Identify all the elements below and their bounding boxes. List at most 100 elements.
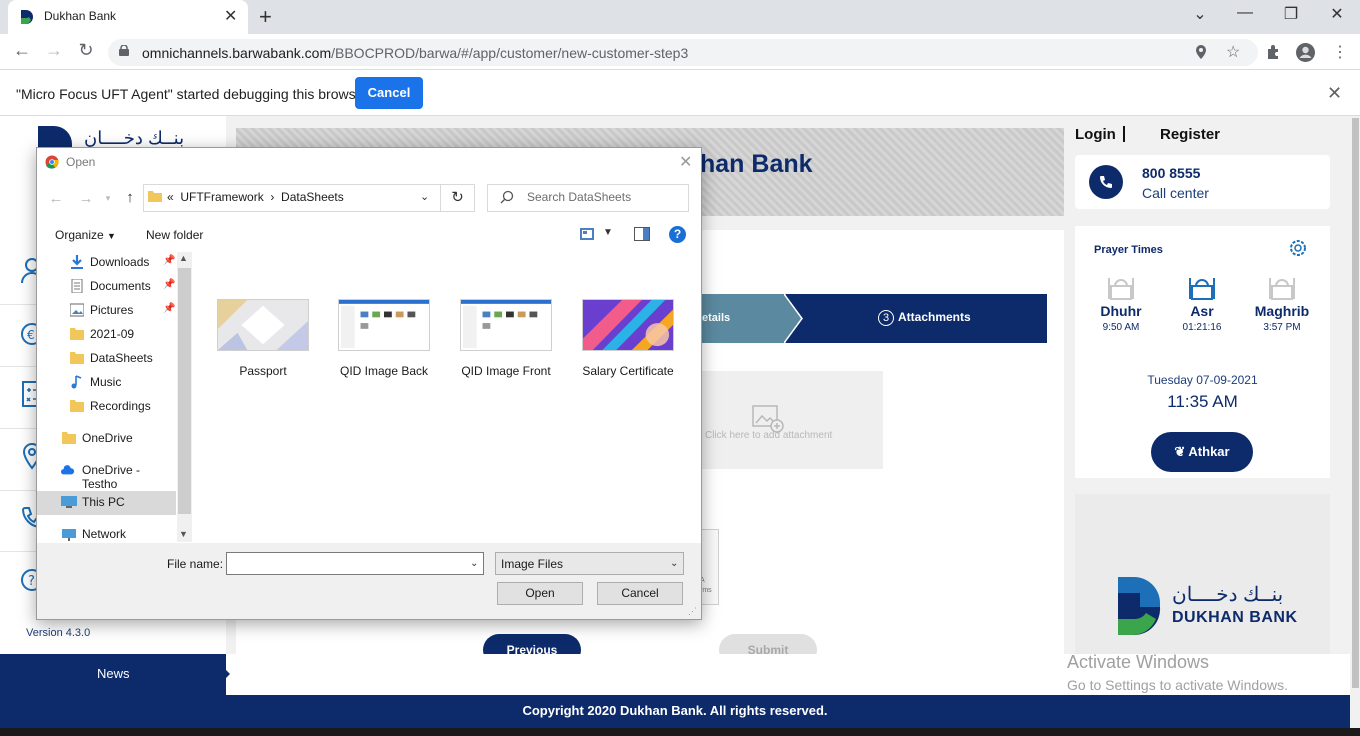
dialog-close-icon[interactable]: ✕ [679,152,692,172]
file-item-passport[interactable]: Passport [208,299,318,378]
window-close-icon[interactable]: ✕ [1322,4,1352,24]
open-button[interactable]: Open [497,582,583,605]
music-icon [71,375,82,389]
path-dropdown-icon[interactable]: ⌄ [420,190,429,203]
scroll-down-icon[interactable]: ▼ [179,529,188,539]
command-bar [37,222,701,252]
debug-cancel-button[interactable]: Cancel [355,77,423,109]
nav-item-2021-09[interactable]: 2021-09 [37,323,177,347]
browser-tab[interactable]: Dukhan Bank ✕ [8,0,248,34]
forward-icon[interactable]: → [42,40,66,61]
windows-taskbar [0,728,1360,736]
step-3-label: Attachments [898,310,971,324]
register-link[interactable]: Register [1160,126,1220,143]
refresh-icon[interactable]: ↻ [441,184,475,212]
pin-icon[interactable]: 📌 [163,303,175,314]
activate-windows-subtitle: Go to Settings to activate Windows. [1067,677,1288,693]
attachment-dropzone[interactable] [700,371,883,469]
nav-item-onedrive[interactable]: OneDrive [37,427,177,451]
browser-menu-icon[interactable]: ⋮ [1332,42,1348,62]
nav-item-label: OneDrive [82,431,133,445]
dialog-back-icon[interactable]: ← [46,190,66,207]
file-item-qid-image-back[interactable]: QID Image Back [329,299,439,378]
file-name-input[interactable] [226,552,484,575]
nav-item-pictures[interactable]: Pictures 📌 [37,299,177,323]
page-scrollbar-thumb[interactable] [1352,118,1359,688]
file-item-salary-certificate[interactable]: Salary Certificate [573,299,683,378]
infobar-close-icon[interactable]: ✕ [1327,83,1342,104]
path-segment[interactable]: DataSheets [281,190,344,204]
pin-icon[interactable]: 📌 [163,255,175,266]
nav-item-datasheets[interactable]: DataSheets [37,347,177,371]
nav-item-documents[interactable]: Documents 📌 [37,275,177,299]
preview-pane-icon[interactable] [634,227,650,241]
url-text[interactable]: omnichannels.barwabank.com/BBOCPROD/barw… [142,45,688,61]
file-thumbnail [217,299,309,351]
cancel-button[interactable]: Cancel [597,582,683,605]
dialog-up-icon[interactable]: ↑ [120,189,140,206]
svg-text:€: € [27,328,35,342]
call-center-label: Call center [1142,185,1209,201]
mosque-icon [1108,278,1134,300]
nav-scrollbar-thumb[interactable] [178,268,191,514]
restore-icon[interactable]: ❐ [1276,4,1306,24]
tab-close-icon[interactable]: ✕ [224,6,237,26]
path-segment[interactable]: UFTFramework [180,190,263,204]
file-name-dropdown-icon[interactable]: ⌄ [470,558,478,569]
nav-item-label: Network [82,527,127,541]
phone-call-icon [1089,165,1123,199]
view-dropdown-icon[interactable]: ▼ [603,227,613,238]
dialog-title: Open [66,155,96,169]
profile-avatar-icon[interactable] [1296,43,1315,62]
bookmark-star-icon[interactable]: ☆ [1226,42,1240,62]
file-type-select[interactable]: Image Files [495,552,684,575]
nav-item-label: Music [90,375,122,389]
login-link[interactable]: Login [1075,126,1116,143]
extensions-icon[interactable] [1266,45,1281,60]
organize-button[interactable]: Organize ▼ [55,228,116,242]
new-folder-button[interactable]: New folder [146,228,203,242]
file-name: Passport [239,364,287,378]
athkar-button[interactable]: ❦ Athkar [1151,432,1253,472]
folder-icon [62,432,76,444]
scroll-up-icon[interactable]: ▲ [179,253,188,263]
chevron-down-icon[interactable]: ⌄ [670,558,678,569]
back-icon[interactable]: ← [10,40,34,61]
dialog-forward-icon[interactable]: → [76,190,96,207]
location-icon[interactable] [1195,45,1207,59]
gear-icon[interactable] [1288,238,1308,258]
file-item-qid-image-front[interactable]: QID Image Front [451,299,561,378]
nav-item-recordings[interactable]: Recordings [37,395,177,419]
logo-english-text: DUKHAN BANK [1172,609,1298,626]
search-icon [500,190,514,204]
pictures-icon [70,303,84,317]
nav-item-this-pc[interactable]: This PC [37,491,177,515]
reload-icon[interactable]: ↻ [74,40,98,61]
debug-message: "Micro Focus UFT Agent" started debuggin… [16,86,369,102]
file-thumbnail [582,299,674,351]
prayer-times-title: Prayer Times [1094,244,1163,256]
prayer-time: 3:57 PM [1263,322,1301,333]
network-icon [62,529,76,541]
nav-item-music[interactable]: Music [37,371,177,395]
file-thumbnail [460,299,552,351]
pin-icon[interactable]: 📌 [163,279,175,290]
help-icon[interactable]: ? [669,226,686,243]
change-view-icon[interactable] [580,228,594,240]
new-tab-icon[interactable]: + [259,4,272,30]
minimize-icon[interactable]: — [1230,4,1260,22]
nav-item-onedrive-testho[interactable]: OneDrive - Testho [37,459,177,491]
tab-search-icon[interactable]: ⌄ [1185,4,1215,24]
mosque-icon [1189,278,1215,300]
prayer-date: Tuesday 07-09-2021 [1147,373,1258,387]
sidebar-logo-text: بنــك دخــــان [84,128,185,148]
documents-icon [71,279,83,293]
resize-grip-icon[interactable]: ⋰ [688,606,697,617]
download-icon [71,255,83,269]
nav-item-downloads[interactable]: Downloads 📌 [37,251,177,275]
path-overflow[interactable]: « [167,190,174,204]
divider [1123,126,1125,142]
recent-locations-icon[interactable]: ▾ [98,193,118,204]
prayer-name: Asr [1190,303,1214,319]
folder-icon [70,328,84,340]
